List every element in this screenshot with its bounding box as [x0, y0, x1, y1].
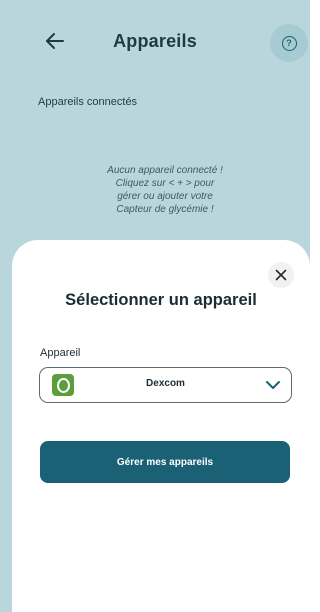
chevron-down-icon	[266, 381, 280, 389]
connected-devices-label: Appareils connectés	[38, 96, 138, 108]
sheet-title: Sélectionner un appareil	[65, 291, 257, 309]
manage-devices-button[interactable]: Gérer mes appareils	[40, 441, 290, 483]
empty-state-message: Aucun appareil connecté ! Cliquez sur < …	[60, 164, 270, 216]
device-select-sheet: Sélectionner un appareil Appareil Dexcom…	[12, 240, 310, 612]
question-circle-icon: ?	[281, 35, 297, 51]
empty-state-line: Capteur de glycémie !	[116, 204, 214, 215]
page-title: Appareils	[113, 31, 197, 51]
empty-state-line: Cliquez sur < + > pour	[115, 178, 215, 189]
screen: Appareils ? Appareils connectés Aucun ap…	[0, 0, 310, 612]
close-button[interactable]	[268, 262, 294, 288]
empty-state-line: gérer ou ajouter votre	[117, 191, 213, 202]
selected-device-name: Dexcom	[146, 378, 185, 389]
help-button[interactable]: ?	[270, 24, 308, 62]
device-select[interactable]: Dexcom	[39, 367, 292, 403]
close-icon	[275, 269, 287, 281]
empty-state-line: Aucun appareil connecté !	[107, 165, 223, 176]
device-field-label: Appareil	[40, 347, 81, 359]
